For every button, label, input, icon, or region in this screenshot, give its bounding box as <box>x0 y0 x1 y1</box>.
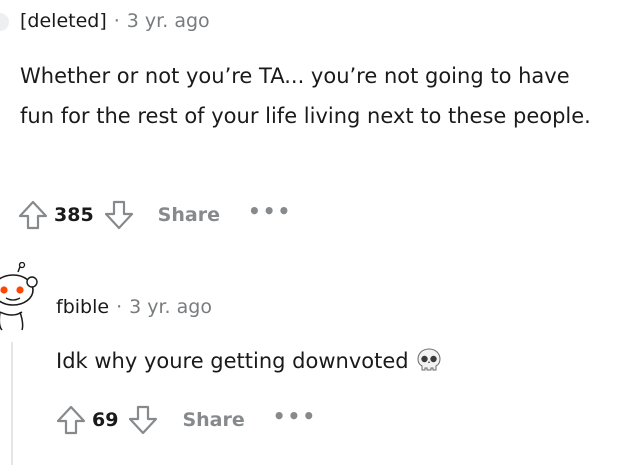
downvote-icon[interactable] <box>126 403 160 437</box>
share-button[interactable]: Share <box>182 409 244 431</box>
more-options-button[interactable]: ••• <box>273 406 317 426</box>
comment-body-text: Idk why youre getting downvoted <box>56 349 409 373</box>
more-options-button[interactable]: ••• <box>248 201 292 221</box>
comment-header: fbible · 3 yr. ago <box>56 296 212 318</box>
avatar[interactable] <box>0 13 9 31</box>
upvote-icon[interactable] <box>16 198 50 232</box>
comment-actions: 385 Share ••• <box>16 197 292 233</box>
separator-dot: · <box>113 10 120 32</box>
comment-actions: 69 Share ••• <box>54 402 317 438</box>
timestamp[interactable]: 3 yr. ago <box>129 296 212 318</box>
snoo-avatar-icon[interactable] <box>0 261 42 332</box>
author-name: [deleted] <box>20 10 107 32</box>
thread-line[interactable] <box>11 342 13 465</box>
vote-score: 385 <box>54 204 94 226</box>
share-button[interactable]: Share <box>158 204 220 226</box>
upvote-icon[interactable] <box>54 403 88 437</box>
comment-body: Idk why youre getting downvoted <box>56 341 596 381</box>
comment-header: [deleted] · 3 yr. ago <box>20 10 210 32</box>
vote-score: 69 <box>92 409 119 431</box>
downvote-icon[interactable] <box>102 198 136 232</box>
timestamp[interactable]: 3 yr. ago <box>127 10 210 32</box>
author-name[interactable]: fbible <box>56 296 109 318</box>
comment-body: Whether or not you’re TA... you’re not g… <box>20 64 591 128</box>
separator-dot: · <box>116 296 123 318</box>
skull-emoji-icon <box>415 346 443 374</box>
